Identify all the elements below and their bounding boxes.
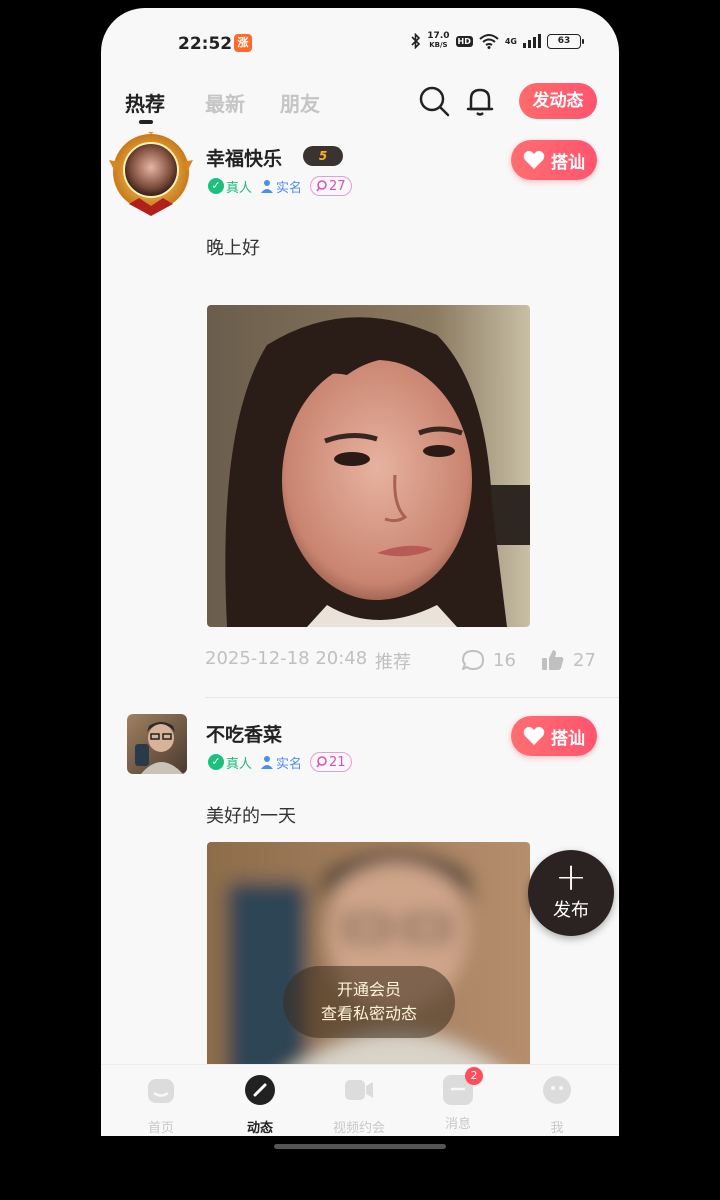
person-icon (261, 756, 274, 769)
compass-icon (245, 1075, 275, 1105)
comment-button[interactable]: 16 (461, 648, 516, 672)
nav-item-me[interactable]: 我 (517, 1075, 597, 1136)
nav-item-video-date[interactable]: 视频约会 (319, 1075, 399, 1136)
active-tab-indicator (139, 120, 153, 124)
greet-button[interactable]: 搭讪 (511, 716, 597, 756)
net-speed: 17.0 KB/S (427, 31, 450, 50)
vip-overlay-line1: 开通会员 (336, 980, 401, 999)
check-icon: ✓ (208, 178, 224, 194)
nav-item-moments[interactable]: 动态 (220, 1075, 300, 1136)
post-photo[interactable] (207, 305, 530, 627)
comment-icon (462, 650, 484, 670)
home-icon (148, 1079, 174, 1103)
post-moment-button[interactable]: 发动态 (519, 83, 597, 119)
avatar[interactable] (109, 132, 193, 216)
post-meta: 2025-12-18 20:48 推荐 16 27 (205, 648, 605, 674)
plus-icon: + (555, 855, 587, 899)
heart-icon (523, 726, 545, 745)
post-divider (205, 697, 619, 698)
bluetooth-icon (411, 33, 421, 49)
post-caption: 美好的一天 (206, 806, 296, 827)
post-username[interactable]: 不吃香菜 (206, 720, 282, 747)
chat-bubble-icon (316, 180, 327, 192)
hd-icon: HD (455, 35, 473, 47)
publish-fab[interactable]: + 发布 (528, 850, 614, 936)
message-icon: 2 (443, 1067, 483, 1105)
check-icon: ✓ (208, 754, 224, 770)
nav-item-home[interactable]: 首页 (121, 1075, 201, 1136)
post-timestamp: 2025-12-18 20:48 (205, 648, 368, 669)
greet-button[interactable]: 搭讪 (511, 140, 597, 180)
chat-bubble-icon (316, 756, 327, 768)
chat-count-badge: 27 (310, 176, 352, 196)
unread-badge: 2 (465, 1067, 483, 1085)
selfie-image (207, 305, 530, 627)
bottom-nav: 首页 动态 视频约会 2 消息 我 (101, 1064, 619, 1136)
vip-level-badge: 5 (303, 146, 343, 166)
tab-friends[interactable]: 朋友 (280, 88, 320, 117)
publish-label: 发布 (553, 900, 589, 921)
chat-count-badge: 21 (310, 752, 352, 772)
tab-latest[interactable]: 最新 (205, 88, 245, 117)
heart-icon (523, 150, 545, 169)
avatar[interactable] (127, 714, 187, 774)
real-name-badge: 实名 (260, 176, 302, 196)
real-person-badge: ✓ 真人 (208, 752, 252, 772)
signal-icon (523, 34, 541, 48)
phone-screen: 22:52 涨 17.0KB/S HD 4G 63 热荐 最新 朋友 发动态 (101, 8, 619, 1136)
feed-post: 幸福快乐 5 ✓ 真人 实名 27 搭讪 晚上好 2025-12-18 20:4… (101, 130, 619, 698)
real-person-badge: ✓ 真人 (208, 176, 252, 196)
user-badges: ✓ 真人 实名 27 (208, 176, 352, 196)
status-time: 22:52 (178, 34, 233, 54)
video-icon (345, 1080, 373, 1100)
status-bar: 22:52 涨 17.0 KB/S HD 4G 63 (101, 8, 619, 68)
tab-hot[interactable]: 热荐 (125, 88, 165, 117)
real-name-badge: 实名 (260, 752, 302, 772)
network-type: 4G (504, 36, 517, 46)
vip-overlay-line2: 查看私密动态 (320, 1004, 417, 1023)
profile-icon (543, 1076, 571, 1104)
status-icons: 17.0 KB/S HD 4G 63 (411, 31, 584, 50)
user-badges: ✓ 真人 实名 21 (208, 752, 352, 772)
notification-app-icon: 涨 (234, 34, 252, 52)
top-header: 热荐 最新 朋友 发动态 (101, 70, 619, 130)
post-caption: 晚上好 (206, 238, 260, 259)
recommend-tag: 推荐 (375, 652, 411, 673)
home-indicator[interactable] (274, 1144, 446, 1149)
wifi-icon (479, 34, 499, 49)
person-icon (261, 180, 274, 193)
post-username[interactable]: 幸福快乐 (206, 144, 282, 171)
bell-icon[interactable] (463, 84, 497, 118)
thumbs-up-icon (542, 650, 564, 670)
vip-unlock-banner[interactable]: 开通会员 查看私密动态 (283, 966, 455, 1038)
nav-item-messages[interactable]: 2 消息 (418, 1067, 498, 1132)
like-button[interactable]: 27 (541, 648, 596, 672)
search-icon[interactable] (417, 84, 451, 118)
battery-icon: 63 (547, 33, 584, 49)
